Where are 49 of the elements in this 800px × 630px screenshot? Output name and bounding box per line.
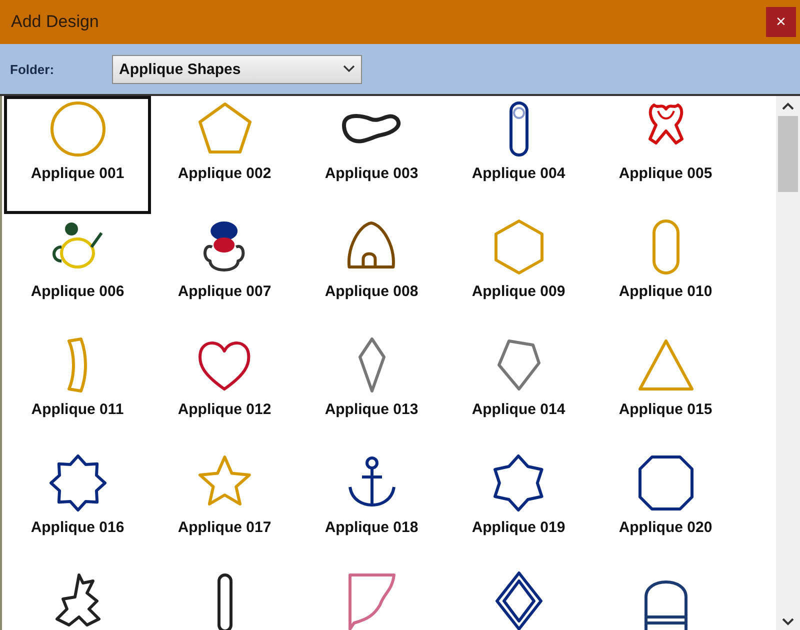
design-tile[interactable]: Applique 012 [151,332,298,450]
design-label: Applique 008 [324,283,418,301]
design-label: Applique 003 [324,164,418,183]
design-tile[interactable]: Applique 013 [298,332,445,450]
chevron-down-icon [343,65,355,73]
design-tile[interactable]: Applique 020 [592,450,739,568]
design-tile[interactable]: Applique 010 [592,214,739,332]
design-tile[interactable]: Applique 004 [445,96,592,214]
design-label: Applique 004 [472,165,566,183]
design-tile[interactable]: Applique 002 [151,96,298,214]
design-tile[interactable]: Applique 015 [592,332,739,450]
design-label: Applique 014 [472,401,566,419]
scroll-up-icon[interactable] [782,102,794,110]
design-tile[interactable]: Applique 008 [298,214,445,332]
scrollbar[interactable] [776,96,800,630]
design-label: Applique 016 [30,519,124,537]
design-tile[interactable]: Applique 017 [151,450,298,568]
scrollbar-thumb[interactable] [778,116,798,192]
close-button[interactable]: × [766,7,796,37]
design-label: Applique 001 [30,165,124,183]
design-tile[interactable]: Applique 006 [4,214,151,332]
design-tile[interactable]: Applique 018 [298,450,445,568]
design-tile[interactable]: Applique 019 [445,450,592,568]
design-label: Applique 015 [618,401,712,419]
design-tile[interactable]: Applique 009 [445,214,592,332]
design-tile[interactable]: Applique 007 [151,214,298,332]
design-label: Applique 012 [178,400,272,419]
design-label: Applique 007 [178,283,272,301]
design-label: Applique 006 [30,283,124,301]
design-label: Applique 017 [178,519,272,537]
design-label: Applique 013 [324,401,418,419]
design-tile[interactable]: Applique 016 [4,450,151,568]
design-tile[interactable]: Applique 005 [592,96,739,214]
design-label: Applique 002 [178,165,272,183]
design-label: Applique 019 [472,519,566,537]
window-title: Add Design [11,12,99,32]
design-tile[interactable]: Applique 001 [4,96,151,214]
design-tile[interactable]: Applique 011 [4,332,151,450]
design-label: Applique 010 [618,283,712,301]
folder-dropdown[interactable]: Applique Shapes [112,54,362,84]
design-tile[interactable]: Applique 003 [298,96,445,214]
design-label: Applique 018 [324,519,418,537]
design-label: Applique 020 [618,519,712,537]
design-tile[interactable]: Applique 014 [445,332,592,450]
design-label: Applique 009 [472,283,566,301]
design-label: Applique 011 [31,401,124,419]
design-label: Applique 005 [618,165,712,183]
folder-label: Folder: [10,62,56,76]
scroll-down-icon[interactable] [782,618,794,626]
